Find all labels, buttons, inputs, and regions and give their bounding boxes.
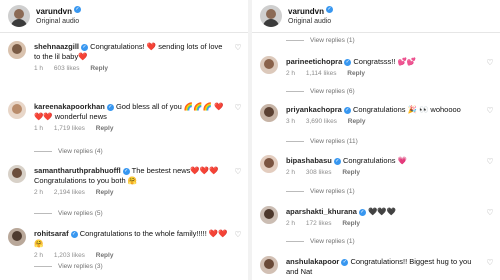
avatar[interactable]	[260, 206, 278, 224]
avatar[interactable]	[260, 256, 278, 274]
avatar[interactable]	[8, 165, 26, 183]
comment-username[interactable]: samantharuthprabhuoffl	[34, 166, 121, 175]
heart-outline-icon[interactable]: ♡	[486, 259, 494, 267]
verified-badge-icon: ✓	[122, 167, 130, 175]
verified-badge-icon: ✓	[326, 6, 334, 14]
like-count[interactable]: 172 likes	[306, 220, 332, 227]
comment-age: 2 h	[286, 70, 296, 77]
avatar[interactable]	[8, 228, 26, 246]
heart-outline-icon[interactable]: ♡	[234, 168, 242, 176]
view-replies-button[interactable]: View replies (11)	[286, 138, 358, 145]
like-count[interactable]: 603 likes	[54, 65, 80, 72]
comments-panel-left: varundvn ✓ Original audio shehnaazgill ✓ C…	[0, 0, 248, 280]
comment-text: 🖤🖤🖤	[367, 207, 396, 216]
verified-badge-icon: ✓	[70, 230, 78, 238]
like-count[interactable]: 1,719 likes	[54, 125, 85, 132]
post-username[interactable]: varundvn	[288, 7, 324, 16]
avatar[interactable]	[260, 155, 278, 173]
verified-badge-icon: ✓	[343, 106, 351, 114]
like-count[interactable]: 3,690 likes	[306, 118, 337, 125]
heart-outline-icon[interactable]: ♡	[486, 158, 494, 166]
comment-username[interactable]: anshulakapoor	[286, 257, 339, 266]
heart-outline-icon[interactable]: ♡	[234, 44, 242, 52]
like-count[interactable]: 1,114 likes	[306, 70, 337, 77]
reply-button[interactable]: Reply	[348, 118, 366, 125]
verified-badge-icon: ✓	[81, 43, 89, 51]
comments-panel-right: varundvn ✓ Original audio View replies (1…	[252, 0, 500, 280]
verified-badge-icon: ✓	[344, 58, 352, 66]
comment-age: 2 h	[286, 220, 296, 227]
comment-age: 1 h	[34, 65, 44, 72]
comment-username[interactable]: shehnaazgill	[34, 42, 79, 51]
like-count[interactable]: 1,203 likes	[54, 252, 85, 259]
comment-age: 2 h	[34, 189, 44, 196]
heart-outline-icon[interactable]: ♡	[486, 107, 494, 115]
heart-outline-icon[interactable]: ♡	[234, 231, 242, 239]
verified-badge-icon: ✓	[358, 208, 366, 216]
heart-outline-icon[interactable]: ♡	[486, 209, 494, 217]
comment-age: 1 h	[34, 125, 44, 132]
like-count[interactable]: 2,194 likes	[54, 189, 85, 196]
comment-text: Congratulations 💗	[342, 156, 407, 165]
avatar[interactable]	[260, 5, 282, 27]
post-username[interactable]: varundvn	[36, 7, 72, 16]
comment-username[interactable]: priyankachopra	[286, 105, 342, 114]
verified-badge-icon: ✓	[333, 157, 341, 165]
post-header: varundvn ✓ Original audio	[260, 3, 334, 29]
reply-button[interactable]: Reply	[96, 125, 114, 132]
verified-badge-icon: ✓	[74, 6, 82, 14]
reply-button[interactable]: Reply	[342, 220, 360, 227]
verified-badge-icon: ✓	[341, 258, 349, 266]
divider	[0, 32, 248, 33]
avatar[interactable]	[8, 5, 30, 27]
comment-username[interactable]: rohitsaraf	[34, 229, 69, 238]
view-replies-button[interactable]: View replies (1)	[286, 188, 355, 195]
view-replies-button[interactable]: View replies (6)	[286, 88, 355, 95]
original-audio-link[interactable]: Original audio	[288, 17, 333, 27]
verified-badge-icon: ✓	[106, 103, 114, 111]
avatar[interactable]	[260, 56, 278, 74]
avatar[interactable]	[8, 101, 26, 119]
comment-text: Congratsss!! 💕💕	[353, 57, 417, 66]
view-replies-button[interactable]: View replies (3)	[34, 263, 103, 270]
view-replies-button[interactable]: View replies (1)	[286, 37, 355, 44]
view-replies-button[interactable]: View replies (4)	[34, 148, 103, 155]
view-replies-button[interactable]: View replies (5)	[34, 210, 103, 217]
reply-button[interactable]: Reply	[96, 252, 114, 259]
view-replies-button[interactable]: View replies (1)	[286, 238, 355, 245]
avatar[interactable]	[260, 104, 278, 122]
comment-text: Congratulations 🎉 👀 wohoooo	[352, 105, 461, 114]
comment-age: 3 h	[286, 118, 296, 125]
comment-username[interactable]: bipashabasu	[286, 156, 332, 165]
comment-username[interactable]: aparshakti_khurana	[286, 207, 357, 216]
reply-button[interactable]: Reply	[342, 169, 360, 176]
reply-button[interactable]: Reply	[90, 65, 108, 72]
original-audio-link[interactable]: Original audio	[36, 17, 81, 27]
comment-age: 2 h	[286, 169, 296, 176]
reply-button[interactable]: Reply	[96, 189, 114, 196]
like-count[interactable]: 308 likes	[306, 169, 332, 176]
heart-outline-icon[interactable]: ♡	[486, 59, 494, 67]
comment-username[interactable]: kareenakapoorkhan	[34, 102, 105, 111]
divider	[252, 32, 500, 33]
heart-outline-icon[interactable]: ♡	[234, 104, 242, 112]
avatar[interactable]	[8, 41, 26, 59]
comment-age: 2 h	[34, 252, 44, 259]
comment-username[interactable]: parineetichopra	[286, 57, 342, 66]
post-header: varundvn ✓ Original audio	[8, 3, 82, 29]
reply-button[interactable]: Reply	[347, 70, 365, 77]
